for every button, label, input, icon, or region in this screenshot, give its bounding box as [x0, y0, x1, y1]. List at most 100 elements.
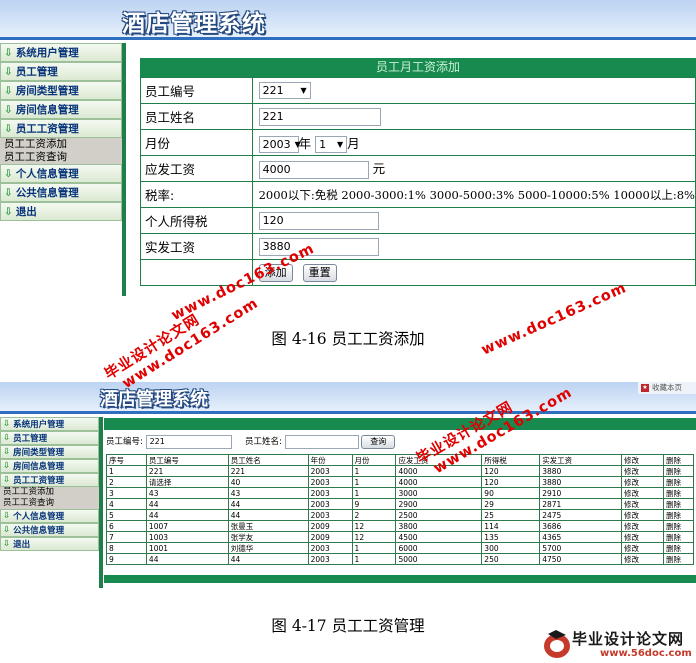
nav-logout[interactable]: ⇩ 退出 [0, 202, 122, 221]
table-cell: 44 [145, 553, 229, 565]
delete-link[interactable]: 删除 [662, 498, 695, 510]
table-cell: 张学友 [227, 531, 309, 543]
search-id-label: 员工编号: [106, 437, 143, 447]
table-cell: 250 [481, 553, 541, 565]
arrow-icon: ⇩ [3, 461, 11, 471]
table-cell: 8 [106, 542, 147, 554]
table-cell: 2003 [307, 509, 353, 521]
search-id-input[interactable]: 221 [145, 434, 232, 449]
nav-sub-salary-query[interactable]: 员工工资查询 [0, 151, 122, 164]
delete-link[interactable]: 删除 [662, 487, 695, 499]
edit-link[interactable]: 修改 [621, 509, 664, 521]
nav-room-type[interactable]: ⇩ 房间类型管理 [0, 81, 122, 100]
table-cell: 2871 [539, 498, 623, 510]
table-cell: 2003 [307, 553, 353, 565]
net-input[interactable]: 3880 [258, 237, 379, 256]
month-unit: 月 [347, 135, 360, 151]
dropdown-arrow-icon: ▼ [300, 86, 307, 95]
arrow-icon: ⇩ [3, 525, 11, 535]
delete-link[interactable]: 删除 [662, 476, 695, 488]
delete-link[interactable]: 删除 [662, 531, 695, 543]
reset-button[interactable]: 重置 [302, 263, 337, 282]
edit-link[interactable]: 修改 [621, 520, 664, 532]
tax-input[interactable]: 120 [258, 211, 379, 230]
nav-salary[interactable]: ⇩ 员工工资管理 [0, 473, 99, 487]
nav-room-info[interactable]: ⇩ 房间信息管理 [0, 459, 99, 473]
table-cell: 3000 [395, 487, 483, 499]
table-cell: 2910 [539, 487, 623, 499]
nav-room-type[interactable]: ⇩ 房间类型管理 [0, 445, 99, 459]
nav-user-admin[interactable]: ⇩ 系统用户管理 [0, 43, 122, 62]
delete-link[interactable]: 删除 [662, 465, 695, 477]
table-cell: 44 [227, 553, 309, 565]
table-cell: 3 [106, 487, 147, 499]
table-cell: 5 [106, 509, 147, 521]
year-select[interactable]: 2003 ▼ [258, 135, 301, 153]
salary-input[interactable]: 4000 [258, 160, 369, 179]
table-cell: 1001 [145, 542, 229, 554]
nav-room-info[interactable]: ⇩ 房间信息管理 [0, 100, 122, 119]
table-cell: 4 [106, 498, 147, 510]
list-footer-band [104, 575, 696, 583]
column-header: 修改 [621, 454, 664, 466]
table-cell: 135 [481, 531, 541, 543]
nav-personal[interactable]: ⇩ 个人信息管理 [0, 164, 122, 183]
table-cell: 44 [227, 498, 309, 510]
arrow-icon: ⇩ [3, 539, 11, 549]
nav-logout[interactable]: ⇩ 退出 [0, 537, 99, 551]
month-select[interactable]: 1 ▼ [315, 135, 348, 153]
edit-link[interactable]: 修改 [621, 553, 664, 565]
table-cell: 4500 [395, 531, 483, 543]
nav-sub-salary-add[interactable]: 员工工资添加 [0, 487, 99, 498]
emp-name-label: 员工姓名 [140, 103, 253, 130]
delete-link[interactable]: 删除 [662, 542, 695, 554]
edit-link[interactable]: 修改 [621, 531, 664, 543]
delete-link[interactable]: 删除 [662, 553, 695, 565]
table-cell: 1 [351, 465, 397, 477]
edit-link[interactable]: 修改 [621, 542, 664, 554]
column-header: 删除 [662, 454, 695, 466]
table-cell: 2 [106, 476, 147, 488]
edit-link[interactable]: 修改 [621, 487, 664, 499]
table-cell: 2900 [395, 498, 483, 510]
table-cell: 2009 [307, 520, 353, 532]
table-cell: 3800 [395, 520, 483, 532]
nav-staff[interactable]: ⇩ 员工管理 [0, 62, 122, 81]
table-cell: 张曼玉 [227, 520, 309, 532]
nav-sub-salary-add[interactable]: 员工工资添加 [0, 138, 122, 151]
delete-link[interactable]: 删除 [662, 520, 695, 532]
edit-link[interactable]: 修改 [621, 498, 664, 510]
table-cell: 7 [106, 531, 147, 543]
nav-salary-submenu: 员工工资添加 员工工资查询 [0, 487, 99, 509]
nav-public[interactable]: ⇩ 公共信息管理 [0, 523, 99, 537]
table-cell: 请选择 [145, 476, 229, 488]
stamp-url: www.56doc.com [600, 648, 692, 659]
edit-link[interactable]: 修改 [621, 476, 664, 488]
arrow-icon: ⇩ [3, 433, 11, 443]
table-row: 6 1007 张曼玉 2009 12 3800 114 3686 修改 删除 [106, 520, 695, 532]
search-name-input[interactable] [284, 434, 359, 449]
nav-public[interactable]: ⇩ 公共信息管理 [0, 183, 122, 202]
site-logo-stamp: 毕业设计论文网 www.56doc.com [540, 626, 696, 663]
salary-label: 应发工资 [140, 155, 253, 182]
table-cell: 120 [481, 476, 541, 488]
dropdown-arrow-icon: ▼ [336, 139, 344, 149]
arrow-icon: ⇩ [4, 65, 13, 78]
bookmark-link[interactable]: ★ 收藏本页 [638, 382, 696, 394]
search-button[interactable]: 查询 [361, 434, 396, 449]
nav-salary-submenu: 员工工资添加 员工工资查询 [0, 138, 122, 164]
emp-name-input[interactable]: 221 [258, 107, 381, 126]
arrow-icon: ⇩ [3, 447, 11, 457]
table-cell: 5700 [539, 542, 623, 554]
nav-personal[interactable]: ⇩ 个人信息管理 [0, 509, 99, 523]
table-cell: 114 [481, 520, 541, 532]
emp-id-select[interactable]: 221 ▼ [258, 82, 311, 99]
edit-link[interactable]: 修改 [621, 465, 664, 477]
nav-sub-salary-query[interactable]: 员工工资查询 [0, 498, 99, 509]
nav-salary[interactable]: ⇩ 员工工资管理 [0, 119, 122, 138]
table-cell: 44 [227, 509, 309, 521]
nav-staff[interactable]: ⇩ 员工管理 [0, 431, 99, 445]
table-cell: 2009 [307, 531, 353, 543]
delete-link[interactable]: 删除 [662, 509, 695, 521]
nav-user-admin[interactable]: ⇩ 系统用户管理 [0, 417, 99, 431]
